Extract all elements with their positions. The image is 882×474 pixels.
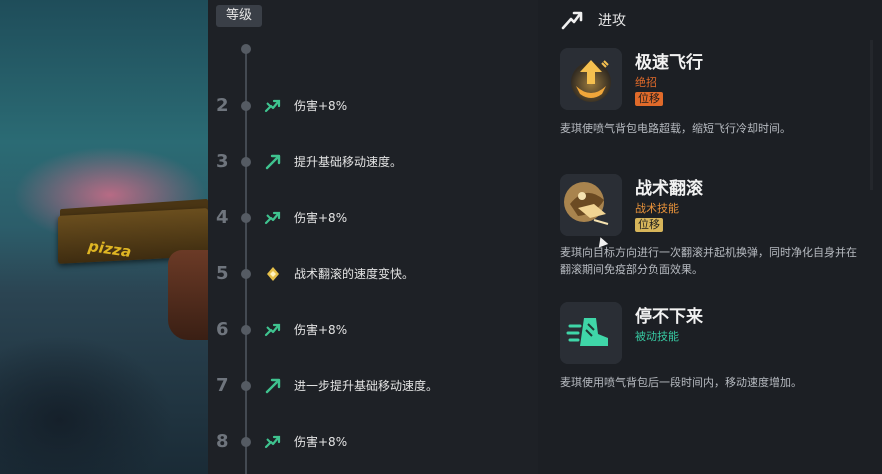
- unstoppable-boot-icon: [560, 302, 622, 364]
- level-tag: 等级: [216, 5, 262, 27]
- timeline-dot: [241, 269, 251, 279]
- level-number: 6: [216, 319, 229, 340]
- speed-arrow-icon: [264, 153, 282, 171]
- timeline-dot: [241, 101, 251, 111]
- skill-description: 麦琪向目标方向进行一次翻滚并起机换弹，同时净化自身并在翻滚期间免疫部分负面效果。: [560, 246, 857, 276]
- attack-trend-icon: [561, 11, 583, 30]
- level-bonus-text: 提升基础移动速度。: [294, 155, 403, 169]
- skill-icon-box: [560, 302, 622, 364]
- level-row: 6 伤害+8%: [216, 319, 536, 341]
- diamond-icon: [264, 265, 282, 283]
- level-number: 3: [216, 151, 229, 172]
- level-number: 7: [216, 375, 229, 396]
- level-panel: [208, 0, 538, 474]
- skill-type: 战术技能: [635, 202, 679, 215]
- timeline-dot: [241, 325, 251, 335]
- timeline-dot: [241, 213, 251, 223]
- level-number: 8: [216, 431, 229, 452]
- timeline-start-dot: [241, 44, 251, 54]
- skill-description: 麦琪使喷气背包电路超载，缩短飞行冷却时间。: [560, 122, 791, 135]
- level-number: 5: [216, 263, 229, 284]
- skill-icon-box: [560, 48, 622, 110]
- attack-arrow-icon: [264, 97, 282, 115]
- skill-name: 停不下来: [635, 307, 703, 327]
- level-bonus-text: 伤害+8%: [294, 99, 348, 113]
- skill-card-tactical[interactable]: 战术翻滚 战术技能 位移 麦琪向目标方向进行一次翻滚并起机换弹，同时净化自身并在…: [560, 174, 870, 284]
- timeline-dot: [241, 437, 251, 447]
- attack-arrow-icon: [264, 433, 282, 451]
- character-art: pizza: [0, 0, 208, 474]
- skill-type: 绝招: [635, 76, 657, 89]
- level-number: 4: [216, 207, 229, 228]
- level-bonus-text: 进一步提升基础移动速度。: [294, 379, 439, 393]
- level-bonus-text: 伤害+8%: [294, 211, 348, 225]
- skill-type: 被动技能: [635, 330, 679, 343]
- skill-icon-box: [560, 174, 622, 236]
- skill-card-ultimate[interactable]: 极速飞行 绝招 位移 麦琪使喷气背包电路超载，缩短飞行冷却时间。: [560, 48, 870, 148]
- attack-arrow-icon: [264, 321, 282, 339]
- timeline-dot: [241, 157, 251, 167]
- level-bonus-text: 伤害+8%: [294, 323, 348, 337]
- scrollbar[interactable]: [870, 40, 873, 190]
- tactical-roll-icon: [560, 174, 622, 236]
- level-row: 2 伤害+8%: [216, 95, 536, 117]
- level-row: 7 进一步提升基础移动速度。: [216, 375, 536, 397]
- skill-tag: 位移: [635, 92, 663, 106]
- attack-arrow-icon: [264, 209, 282, 227]
- level-row: 4 伤害+8%: [216, 207, 536, 229]
- skill-card-passive[interactable]: 停不下来 被动技能 麦琪使用喷气背包后一段时间内，移动速度增加。: [560, 302, 870, 394]
- jetpack-boost-icon: [560, 48, 622, 110]
- level-bonus-text: 伤害+8%: [294, 435, 348, 449]
- attack-label: 进攻: [598, 13, 626, 29]
- level-row: 8 伤害+8%: [216, 431, 536, 453]
- speed-arrow-icon: [264, 377, 282, 395]
- skill-name: 极速飞行: [635, 53, 703, 73]
- level-row: 5 战术翻滚的速度变快。: [216, 263, 536, 285]
- timeline-dot: [241, 381, 251, 391]
- skill-description: 麦琪使用喷气背包后一段时间内，移动速度增加。: [560, 376, 802, 389]
- skill-name: 战术翻滚: [635, 179, 703, 199]
- level-number: 2: [216, 95, 229, 116]
- level-bonus-text: 战术翻滚的速度变快。: [294, 267, 415, 281]
- character-hand: [168, 250, 208, 340]
- skill-tag: 位移: [635, 218, 663, 232]
- level-row: 3 提升基础移动速度。: [216, 151, 536, 173]
